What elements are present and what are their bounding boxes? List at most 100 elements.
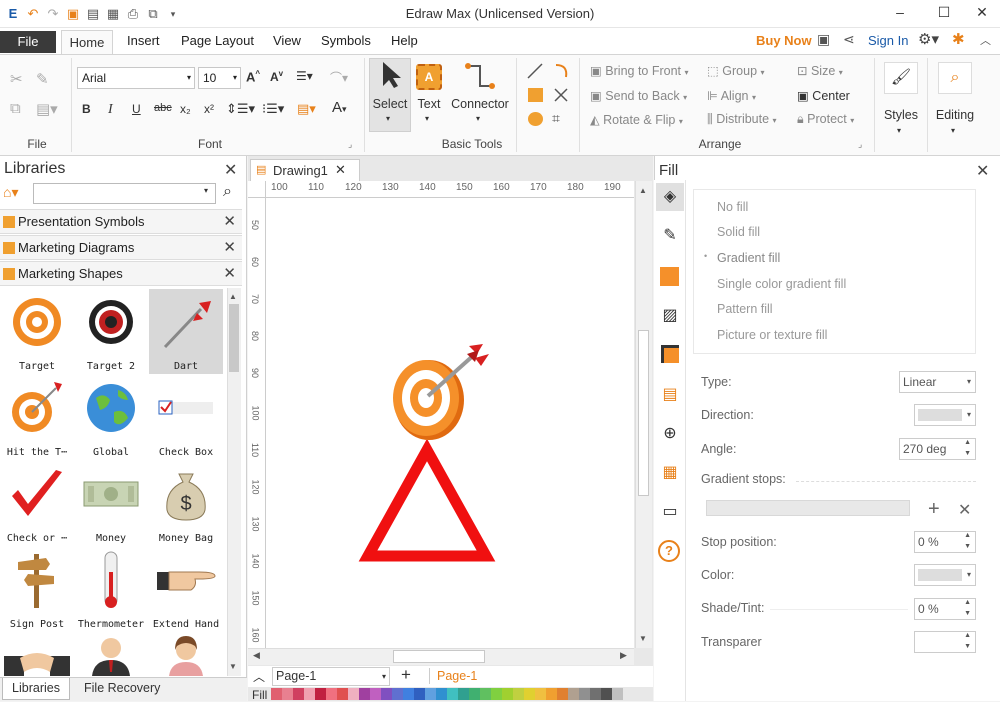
remove-stop-icon[interactable]: ✕ bbox=[958, 500, 971, 520]
bring-to-front-button[interactable]: ▣ Bring to Front ▾ bbox=[590, 63, 689, 78]
fill-option-no-fill[interactable]: No fill bbox=[717, 200, 748, 214]
minimize-button[interactable]: – bbox=[880, 2, 920, 24]
close-fill-pane-icon[interactable]: ✕ bbox=[976, 161, 989, 181]
comment-icon[interactable]: ▭ bbox=[658, 501, 682, 521]
spinner-arrows-icon[interactable]: ▲ ▼ bbox=[964, 630, 971, 652]
page-select-combo[interactable]: Page-1 ▾ bbox=[272, 667, 390, 686]
center-button[interactable]: ▣ Center bbox=[797, 88, 850, 103]
page-tab-active[interactable]: Page-1 bbox=[437, 669, 477, 683]
highlight-icon[interactable]: ▤▾ bbox=[297, 101, 316, 117]
document-tab[interactable]: ▤ Drawing1 ✕ bbox=[250, 159, 360, 181]
target-shape-on-canvas[interactable] bbox=[383, 340, 503, 450]
fill-option-pattern-fill[interactable]: Pattern fill bbox=[717, 302, 773, 316]
close-section-icon[interactable]: ✕ bbox=[223, 264, 236, 282]
stop-position-spinner[interactable]: 0 % ▲ ▼ bbox=[914, 531, 976, 553]
close-section-icon[interactable]: ✕ bbox=[223, 238, 236, 256]
line-icon[interactable] bbox=[526, 62, 544, 80]
protect-button[interactable]: 🔒︎ Protect ▾ bbox=[797, 112, 854, 127]
shape-check-or[interactable]: Check or ⋯ bbox=[0, 460, 74, 546]
attachment-icon[interactable]: ▦ bbox=[658, 462, 682, 482]
buy-now-link[interactable]: Buy Now bbox=[756, 33, 812, 48]
shape-check-box[interactable]: Check Box bbox=[149, 374, 223, 460]
scroll-left-icon[interactable]: ◀ bbox=[253, 650, 260, 661]
editing-button[interactable]: Editing bbox=[931, 108, 979, 122]
direction-select[interactable]: ▾ bbox=[914, 404, 976, 426]
scroll-up-icon[interactable]: ▲ bbox=[639, 186, 647, 195]
layers-icon[interactable] bbox=[661, 345, 679, 363]
font-name-combo[interactable]: Arial ▾ bbox=[77, 67, 195, 89]
size-button[interactable]: ⊡ Size ▾ bbox=[797, 63, 843, 78]
tab-insert[interactable]: Insert bbox=[127, 33, 160, 48]
italic-icon[interactable]: I bbox=[108, 102, 113, 118]
collapse-ribbon-icon[interactable]: ︿ bbox=[980, 32, 991, 48]
gradient-stops-bar[interactable] bbox=[706, 500, 910, 516]
shape-handshake[interactable] bbox=[0, 632, 74, 676]
line-spacing-icon[interactable]: ⇕☰▾ bbox=[226, 101, 255, 117]
shape-businessman[interactable] bbox=[74, 632, 148, 676]
styles-icon[interactable]: 🖌︎ bbox=[884, 62, 918, 94]
close-window-button[interactable]: ✕ bbox=[962, 2, 1000, 24]
rectangle-icon[interactable] bbox=[528, 88, 543, 102]
file-tab[interactable]: File bbox=[0, 31, 56, 53]
paste-icon[interactable]: ▤▾ bbox=[36, 100, 58, 118]
canvas-h-scroll-thumb[interactable] bbox=[393, 650, 485, 663]
crop-icon[interactable]: ⌗ bbox=[552, 110, 560, 127]
fill-bucket-icon[interactable]: ◈ bbox=[656, 183, 684, 211]
editing-search-icon[interactable]: ⌕ bbox=[938, 62, 972, 94]
close-section-icon[interactable]: ✕ bbox=[223, 212, 236, 230]
add-page-icon[interactable]: + bbox=[401, 665, 411, 685]
tab-page-layout[interactable]: Page Layout bbox=[181, 33, 254, 48]
styles-button[interactable]: Styles bbox=[878, 108, 924, 122]
curve-icon[interactable]: ⌒▾ bbox=[330, 69, 348, 86]
shape-global[interactable]: Global bbox=[74, 374, 148, 460]
ellipse-icon[interactable] bbox=[528, 112, 543, 126]
fill-option-single-color-gradient[interactable]: Single color gradient fill bbox=[717, 277, 846, 291]
tab-home[interactable]: Home bbox=[61, 30, 113, 55]
triangle-shape-on-canvas[interactable] bbox=[358, 440, 498, 565]
shape-target[interactable]: Target bbox=[0, 288, 74, 374]
shape-thermometer[interactable]: Thermometer bbox=[74, 546, 148, 632]
scroll-down-icon[interactable]: ▼ bbox=[229, 662, 237, 671]
library-section-marketing-shapes[interactable]: Marketing Shapes ✕ bbox=[0, 261, 242, 286]
text-tool-icon[interactable]: A bbox=[416, 64, 442, 90]
strikethrough-icon[interactable]: abc bbox=[154, 102, 172, 114]
share-icon[interactable]: ⋖ bbox=[843, 31, 855, 48]
shade-spinner[interactable]: 0 % ▲ ▼ bbox=[914, 598, 976, 620]
theme-icon[interactable]: ✱ bbox=[952, 30, 965, 48]
color-palette[interactable] bbox=[271, 688, 623, 700]
bullets-icon[interactable]: ⁝☰▾ bbox=[262, 101, 284, 117]
help-icon[interactable]: ? bbox=[658, 540, 680, 562]
close-libraries-icon[interactable]: ✕ bbox=[224, 160, 237, 180]
scroll-down-icon[interactable]: ▼ bbox=[639, 634, 647, 643]
shrink-font-icon[interactable]: Av bbox=[270, 69, 283, 84]
grow-font-icon[interactable]: A^ bbox=[246, 69, 260, 84]
shade-slider[interactable] bbox=[770, 609, 908, 610]
shape-extend-hand[interactable]: Extend Hand bbox=[149, 546, 223, 632]
distribute-button[interactable]: ⫼ Distribute ▾ bbox=[707, 112, 777, 127]
send-to-back-button[interactable]: ▣ Send to Back ▾ bbox=[590, 88, 687, 103]
library-section-presentation-symbols[interactable]: Presentation Symbols ✕ bbox=[0, 209, 242, 234]
library-scroll-thumb[interactable] bbox=[229, 304, 239, 372]
line-style-icon[interactable]: ✎ bbox=[658, 225, 682, 245]
settings-gear-icon[interactable]: ⚙▾ bbox=[918, 30, 939, 48]
underline-icon[interactable]: U bbox=[132, 102, 141, 116]
shape-hit-the-target[interactable]: Hit the T⋯ bbox=[0, 374, 74, 460]
fill-option-gradient-fill[interactable]: Gradient fill bbox=[717, 251, 780, 265]
gradient-type-select[interactable]: Linear ▾ bbox=[899, 371, 976, 393]
tab-help[interactable]: Help bbox=[391, 33, 418, 48]
page-properties-icon[interactable]: ▤ bbox=[658, 384, 682, 404]
scroll-right-icon[interactable]: ▶ bbox=[620, 650, 627, 661]
close-tab-icon[interactable]: ✕ bbox=[335, 162, 346, 178]
fill-option-solid-fill[interactable]: Solid fill bbox=[717, 225, 760, 239]
connector-tool-label[interactable]: Connector bbox=[450, 97, 510, 111]
scroll-up-icon[interactable]: ▲ bbox=[229, 292, 237, 301]
group-button[interactable]: ⬚ Group ▾ bbox=[707, 63, 765, 78]
cross-icon[interactable] bbox=[552, 86, 570, 104]
shape-money-bag[interactable]: $ Money Bag bbox=[149, 460, 223, 546]
fill-option-picture-texture[interactable]: Picture or texture fill bbox=[717, 328, 827, 342]
file-recovery-tab[interactable]: File Recovery bbox=[84, 681, 160, 695]
tab-view[interactable]: View bbox=[273, 33, 301, 48]
hyperlink-globe-icon[interactable]: ⊕ bbox=[658, 423, 682, 443]
library-section-marketing-diagrams[interactable]: Marketing Diagrams ✕ bbox=[0, 235, 242, 260]
align-button[interactable]: ⊫ Align ▾ bbox=[707, 88, 756, 103]
